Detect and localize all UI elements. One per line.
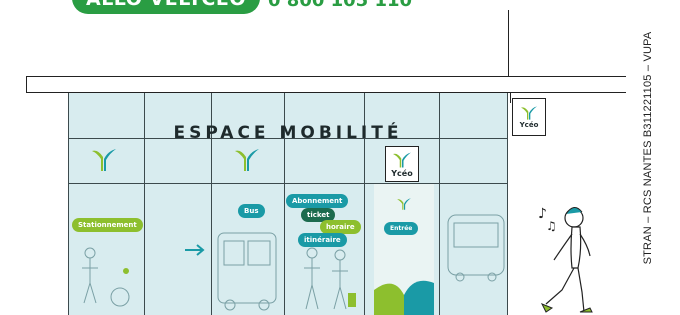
walking-person-illustration: ♪ ♫ [538, 206, 593, 313]
wall-line [508, 10, 509, 76]
espace-mobilite-title: ESPACE MOBILITÉ [173, 123, 403, 143]
yceo-wordmark: Ycéo [519, 121, 539, 129]
hotline-banner: ALLÔ VÉLYCÉO 0 800 105 110 [72, 0, 412, 14]
yceo-logo-box: Ycéo [385, 146, 419, 182]
yceo-logo-icon [92, 149, 116, 171]
yceo-logo-icon [235, 149, 259, 171]
hotline-label: ALLÔ VÉLYCÉO [72, 0, 260, 14]
entree-sign: Entrée [384, 222, 419, 235]
sign-bracket [510, 93, 511, 103]
bus-illustration [217, 232, 277, 311]
people-illustration [304, 247, 356, 310]
hanging-yceo-sign: Ycéo [512, 98, 546, 136]
yceo-wordmark: Ycéo [391, 168, 413, 178]
hotline-number[interactable]: 0 800 105 110 [268, 0, 412, 11]
canopy-top-line [26, 76, 626, 77]
yceo-logo-icon [393, 152, 411, 167]
abonnement-sign: Abonnement [286, 194, 349, 208]
parking-illustration [82, 247, 130, 307]
stationnement-sign: Stationnement [72, 218, 143, 232]
horaire-sign: horaire [320, 220, 361, 234]
entrance-door[interactable]: Entrée [374, 184, 434, 315]
bus-front-illustration [447, 214, 505, 282]
svg-text:♫: ♫ [546, 219, 557, 233]
arrow-right-icon [185, 244, 205, 256]
canopy-left-edge [26, 76, 27, 93]
yceo-logo-icon [521, 106, 537, 120]
yceo-logo-icon [397, 198, 411, 210]
legal-side-text: STRAN – RCS NANTES B311221105 – VUPA [642, 31, 654, 265]
storefront-facade: ESPACE MOBILITÉ Ycéo Entrée Stationnemen… [68, 93, 508, 315]
